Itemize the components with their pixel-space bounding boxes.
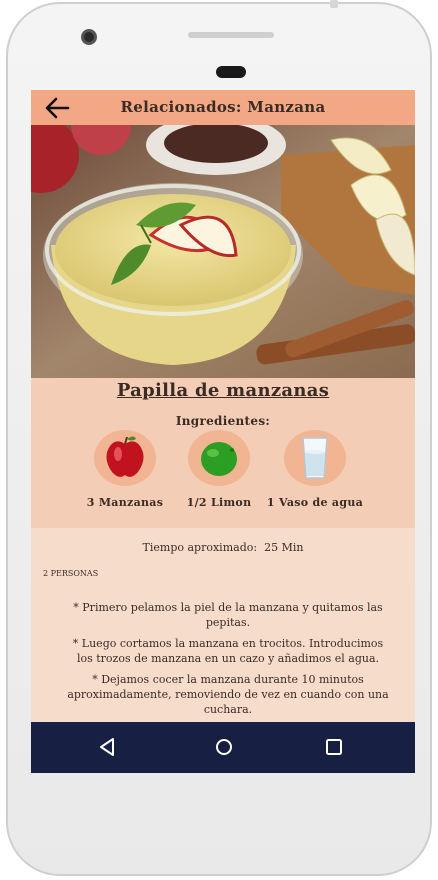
recipe-title: Papilla de manzanas (116, 380, 330, 401)
power-button (330, 0, 338, 8)
nav-back-icon[interactable] (97, 736, 119, 758)
app-screen: Relacionados: Manzana Papilla de manzana… (31, 90, 415, 773)
time-label: Tiempo aproximado: (142, 541, 258, 554)
step-text: * Luego cortamos la manzana en trocitos.… (72, 637, 384, 665)
ingredient-item: 1/2 Limon (164, 430, 274, 509)
system-navigation-bar (31, 722, 415, 773)
earpiece-speaker (188, 32, 274, 38)
step-text: * Dejamos cocer la manzana durante 10 mi… (67, 673, 389, 716)
recipe-photo (31, 125, 415, 378)
nav-home-icon[interactable] (213, 736, 235, 758)
nav-recents-icon[interactable] (323, 736, 345, 758)
ingredient-item: 1 Vaso de agua (260, 430, 370, 509)
front-camera (81, 29, 97, 45)
time-value: 25 Min (264, 541, 304, 554)
lime-icon (188, 430, 250, 486)
ingredient-label: 1 Vaso de agua (266, 496, 364, 509)
ingredients-label: Ingredientes: (175, 414, 271, 428)
apple-icon (94, 430, 156, 486)
servings-label: 2 PERSONAS (43, 569, 99, 578)
app-bar: Relacionados: Manzana (31, 90, 415, 125)
recipe-steps: * Primero pelamos la piel de la manzana … (67, 600, 389, 723)
cooking-time: Tiempo aproximado: 25 Min (31, 541, 415, 554)
page-title: Relacionados: Manzana (120, 98, 326, 116)
proximity-sensor (216, 66, 246, 78)
step-text: * Primero pelamos la piel de la manzana … (73, 601, 383, 629)
ingredient-label: 1/2 Limon (186, 496, 252, 509)
water-glass-icon (284, 430, 346, 486)
